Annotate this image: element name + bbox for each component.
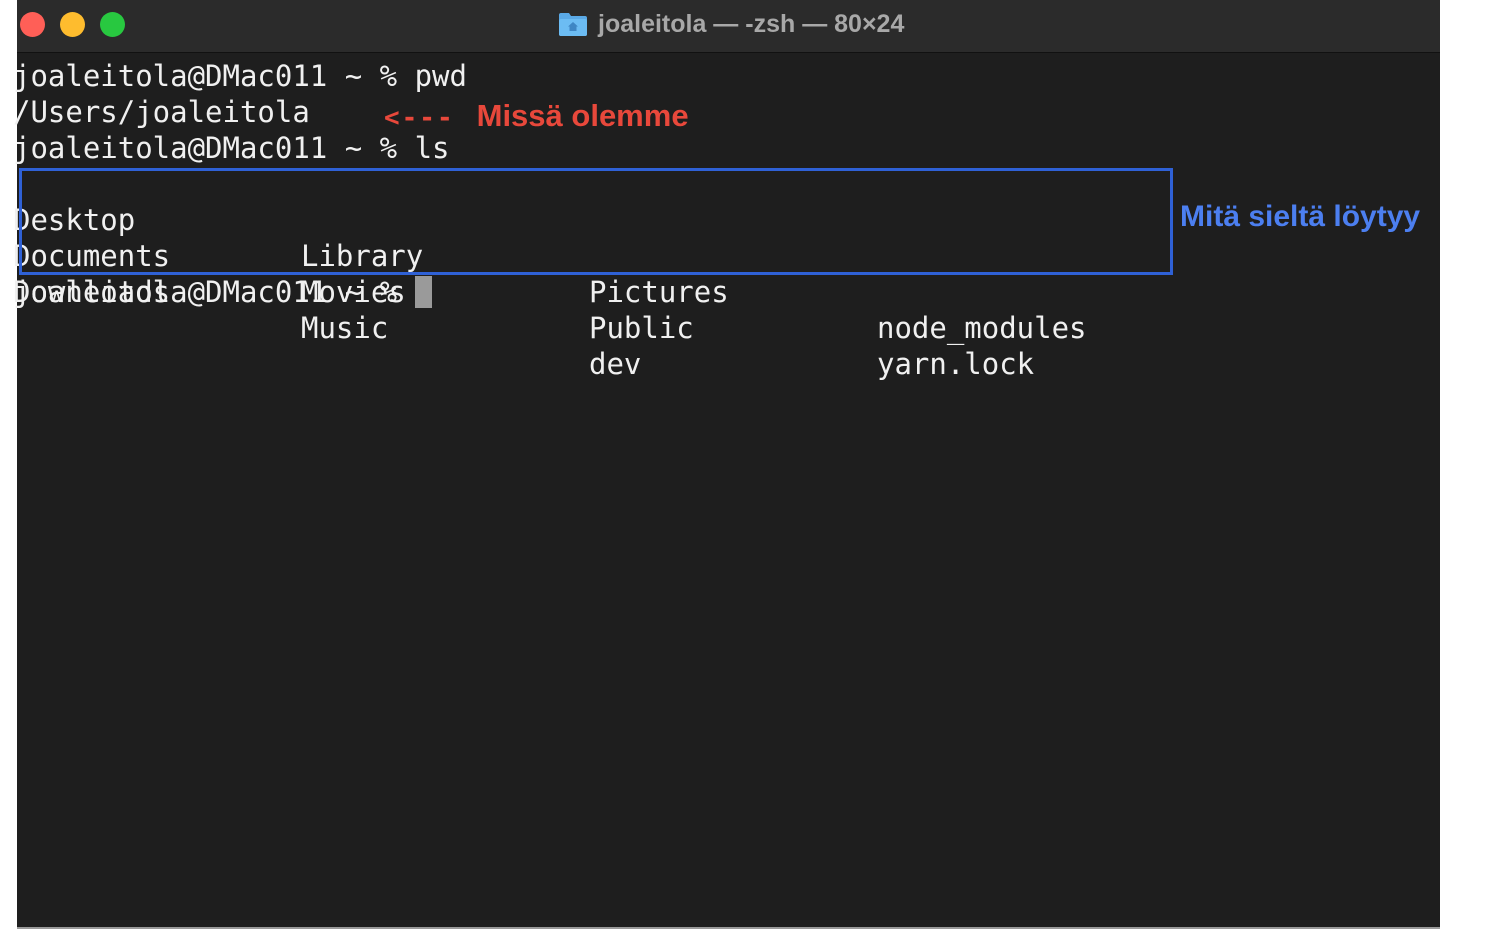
terminal-line-prompt: joaleitola@DMac011 ~ %: [13, 274, 433, 310]
ls-entry: yarn.lock: [877, 347, 1035, 381]
pwd-annotation-label: Missä olemme: [476, 98, 689, 133]
minimize-button[interactable]: [60, 12, 85, 37]
ls-entry: Public: [589, 311, 694, 345]
terminal-line-pwd-command: joaleitola@DMac011 ~ % pwd: [13, 59, 467, 93]
ls-entry: Pictures: [589, 275, 729, 309]
text-cursor: [415, 276, 433, 308]
window-title-text: joaleitola — -zsh — 80×24: [598, 9, 905, 38]
ls-entry: Music: [301, 311, 389, 345]
left-arrow-annotation: <---: [384, 103, 455, 133]
close-button[interactable]: [20, 12, 45, 37]
home-folder-icon: [558, 11, 588, 37]
ls-highlight-box: [19, 168, 1173, 275]
pwd-annotation: <--- Missä olemme: [384, 98, 689, 136]
ls-entry: node_modules: [877, 311, 1087, 345]
prompt-text: joaleitola@DMac011 ~ %: [13, 275, 398, 309]
terminal-line-pwd-output: /Users/joaleitola: [13, 95, 310, 129]
title-bar[interactable]: joaleitola — -zsh — 80×24: [17, 0, 1440, 53]
ls-annotation-label: Mitä sieltä löytyy: [1180, 200, 1421, 233]
terminal-window: joaleitola — -zsh — 80×24 joaleitola@DMa…: [13, 0, 1440, 929]
window-title: joaleitola — -zsh — 80×24: [558, 8, 904, 40]
maximize-button[interactable]: [100, 12, 125, 37]
ls-entry: dev: [589, 347, 642, 381]
